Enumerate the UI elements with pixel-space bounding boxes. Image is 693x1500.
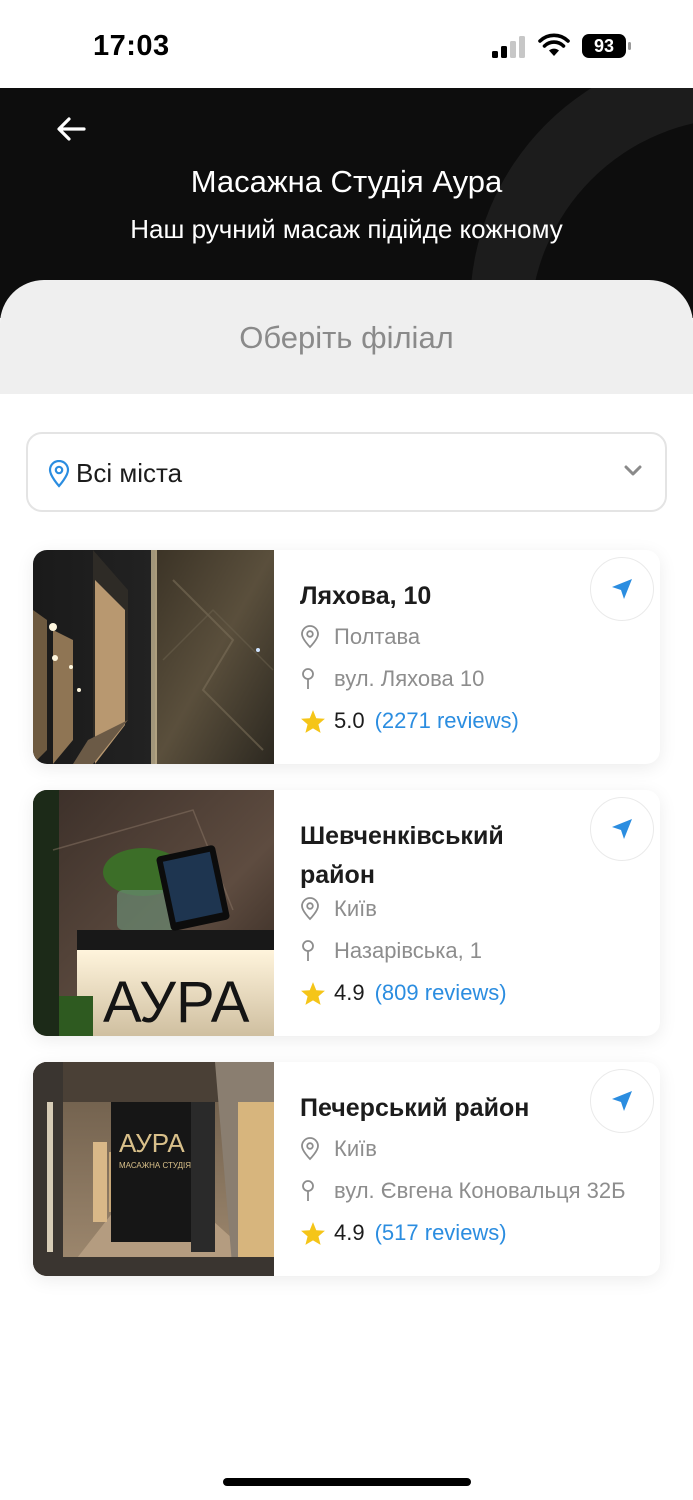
section-title: Оберіть філіал [239,320,454,355]
rating-value: 4.9 [334,1220,365,1245]
reviews-link[interactable]: (809 reviews) [375,980,507,1006]
branch-name: Шевченківський район [300,822,504,889]
wifi-icon [538,33,570,56]
branch-section-header: Оберіть філіал [0,280,693,394]
branch-address-text: вул. Євгена Коновальця 32Б [334,1178,626,1203]
navigation-arrow-icon [612,579,632,599]
location-pin-icon [300,897,334,921]
reviews-link[interactable]: (2271 reviews) [375,708,519,734]
reviews-link[interactable]: (517 reviews) [375,1220,507,1246]
branch-photo: АУРА МАСАЖНА СТУДІЯ [33,1062,274,1276]
branch-card[interactable]: Ляхова, 10 Полтава вул. Ляхова 10 5.0 (2… [33,550,660,764]
page-subtitle: Наш ручний масаж підійде кожному [130,214,563,244]
rating-value: 5.0 [334,708,365,733]
signage-text: АУРА [119,1128,185,1158]
branch-city: Полтава [300,622,420,652]
branch-card[interactable]: АУРА Шевченківський район Київ Назарівсь… [33,790,660,1036]
branch-city-text: Полтава [334,624,421,649]
location-pin-icon [48,460,70,488]
branch-rating: 4.9 (517 reviews) [300,1218,507,1248]
city-dropdown[interactable]: Всі міста [26,432,667,512]
branch-address-text: Назарівська, 1 [334,938,483,963]
signage-tagline: МАСАЖНА СТУДІЯ [119,1161,191,1170]
location-pin-icon [300,625,334,649]
city-dropdown-value: Всі міста [76,458,183,488]
navigate-button[interactable] [590,797,654,861]
branch-address-text: вул. Ляхова 10 [334,666,485,691]
map-pin-icon [300,667,334,691]
branch-name: Печерський район [300,1094,530,1122]
navigate-button[interactable] [590,1069,654,1133]
branch-city-text: Київ [334,1136,377,1161]
rating-value: 4.9 [334,980,365,1005]
branch-name: Ляхова, 10 [300,582,432,610]
battery-indicator: 93 [582,34,632,58]
map-pin-icon [300,1179,334,1203]
branch-address: вул. Євгена Коновальця 32Б [300,1176,626,1206]
branch-city: Київ [300,1134,377,1164]
star-icon [300,709,334,734]
branch-photo [33,550,274,764]
branch-address: вул. Ляхова 10 [300,664,484,694]
navigation-arrow-icon [612,1091,632,1111]
status-time: 17:03 [93,30,170,62]
battery-level: 93 [593,36,615,56]
branch-rating: 4.9 (809 reviews) [300,978,507,1008]
signage-text: АУРА [103,970,250,1035]
arrow-left-icon [57,117,86,141]
home-indicator[interactable] [223,1478,471,1486]
branch-city-text: Київ [334,896,377,921]
cellular-signal-icon [492,36,525,58]
branch-card[interactable]: АУРА МАСАЖНА СТУДІЯ Печерський район Киї… [33,1062,660,1276]
branch-city: Київ [300,894,377,924]
star-icon [300,981,334,1006]
map-pin-icon [300,939,334,963]
navigation-arrow-icon [612,819,632,839]
location-pin-icon [300,1137,334,1161]
chevron-down-icon [624,465,642,476]
branch-address: Назарівська, 1 [300,936,482,966]
page-title: Масажна Студія Аура [190,164,503,199]
navigate-button[interactable] [590,557,654,621]
star-icon [300,1221,334,1246]
back-button[interactable] [50,108,92,150]
branch-photo: АУРА [33,790,274,1036]
branch-rating: 5.0 (2271 reviews) [300,706,519,736]
status-bar: 17:03 93 [0,0,693,88]
